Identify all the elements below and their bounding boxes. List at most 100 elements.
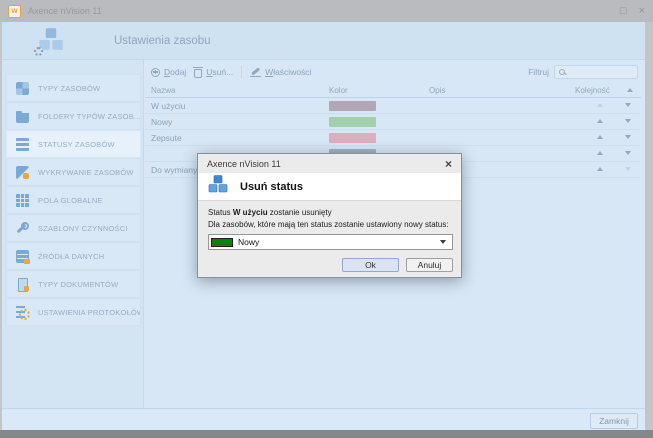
close-panel-button[interactable]: Zamknij xyxy=(590,413,638,429)
sidebar-item[interactable]: POLA GLOBALNE xyxy=(6,186,141,214)
sidebar-item-label: USTAWIENIA PROTOKOŁÓW xyxy=(38,308,140,317)
sidebar-item-label: POLA GLOBALNE xyxy=(38,196,103,205)
pencil-icon xyxy=(250,67,261,77)
nvision-logo-icon: w xyxy=(8,5,21,18)
move-down-button[interactable] xyxy=(625,135,631,139)
add-icon xyxy=(151,68,160,77)
move-down-button[interactable] xyxy=(625,103,631,107)
selected-status-label: Nowy xyxy=(238,237,259,247)
status-name: Zepsute xyxy=(151,133,182,143)
sidebar-item[interactable]: STATUSY ZASOBÓW xyxy=(6,130,141,158)
wrench-icon xyxy=(16,222,29,235)
page-title: Ustawienia zasobu xyxy=(114,22,211,60)
table-header: Nazwa Kolor Opis Kolejność xyxy=(145,85,641,98)
delete-status-dialog: Axence nVision 11 × Usuń status Status W… xyxy=(197,153,462,278)
status-list-icon xyxy=(16,138,29,151)
dialog-title: Axence nVision 11 xyxy=(207,159,281,169)
sidebar-item[interactable]: SZABLONY CZYNNOŚCI xyxy=(6,214,141,242)
sidebar-item-label: WYKRYWANIE ZASOBÓW xyxy=(38,168,134,177)
sidebar-item[interactable]: WYKRYWANIE ZASOBÓW xyxy=(6,158,141,186)
window-title: Axence nVision 11 xyxy=(28,6,102,16)
sidebar-item-label: FOLDERY TYPÓW ZASOB... xyxy=(38,112,140,121)
window-titlebar[interactable]: w Axence nVision 11 □ × xyxy=(0,0,653,22)
sidebar-item[interactable]: USTAWIENIA PROTOKOŁÓW xyxy=(6,298,141,326)
status-name: W użyciu xyxy=(151,101,185,111)
column-header-description[interactable]: Opis xyxy=(429,86,445,95)
move-down-button[interactable] xyxy=(625,167,631,171)
protocol-settings-icon xyxy=(16,306,29,319)
new-status-select[interactable]: Nowy xyxy=(208,234,453,250)
grid-icon xyxy=(16,82,29,95)
move-down-button[interactable] xyxy=(625,119,631,123)
sidebar-item-label: STATUSY ZASOBÓW xyxy=(38,140,115,149)
column-header-order[interactable]: Kolejność xyxy=(575,86,610,95)
toolbar: Dodaj Usuń... Właściwości Filtruj xyxy=(145,62,645,82)
chevron-down-icon xyxy=(440,240,446,244)
table-row[interactable]: Zepsute xyxy=(145,130,641,146)
cancel-button[interactable]: Anuluj xyxy=(406,258,453,272)
dialog-message-line2: Dla zasobów, które mają ten status zosta… xyxy=(208,219,453,231)
move-down-button[interactable] xyxy=(625,151,631,155)
database-icon xyxy=(16,250,29,263)
close-window-button[interactable]: × xyxy=(639,6,645,17)
status-name: Nowy xyxy=(151,117,172,127)
status-color-swatch xyxy=(329,101,376,111)
window-controls: □ × xyxy=(620,6,645,17)
discovery-icon xyxy=(16,166,29,179)
sidebar-item-label: SZABLONY CZYNNOŚCI xyxy=(38,224,128,233)
filter-group: Filtruj xyxy=(528,65,638,79)
search-icon xyxy=(559,69,565,75)
filter-label: Filtruj xyxy=(528,67,549,77)
delete-button-label: Usuń... xyxy=(206,67,233,77)
sidebar-item[interactable]: ŹRÓDŁA DANYCH xyxy=(6,242,141,270)
move-up-button[interactable] xyxy=(597,135,603,139)
footer-bar: Zamknij xyxy=(2,408,645,430)
delete-status-icon xyxy=(208,175,228,199)
status-to-delete: W użyciu xyxy=(233,208,268,217)
status-name: Do wymiany xyxy=(151,165,197,175)
dialog-buttons: Ok Anuluj xyxy=(208,258,453,272)
sidebar-item[interactable]: TYPY ZASOBÓW xyxy=(6,74,141,102)
dialog-titlebar[interactable]: Axence nVision 11 × xyxy=(198,154,461,173)
application-frame: w Axence nVision 11 □ × Ustawienia zasob… xyxy=(0,0,653,438)
column-header-color[interactable]: Kolor xyxy=(329,86,348,95)
page-header: Ustawienia zasobu xyxy=(2,22,645,60)
dialog-header: Usuń status xyxy=(198,173,461,201)
dialog-heading: Usuń status xyxy=(240,181,303,193)
toolbar-separator xyxy=(241,66,242,78)
document-icon xyxy=(16,278,29,291)
move-up-button[interactable] xyxy=(597,151,603,155)
status-color-swatch xyxy=(329,133,376,143)
window-edge-bottom xyxy=(0,430,653,438)
move-up-button[interactable] xyxy=(597,103,603,107)
add-button[interactable]: Dodaj xyxy=(151,67,186,77)
move-up-button[interactable] xyxy=(597,119,603,123)
dialog-message-line1: Status W użyciu zostanie usunięty xyxy=(208,207,453,219)
selected-status-color-swatch xyxy=(211,238,233,247)
sidebar-item-label: TYPY ZASOBÓW xyxy=(38,84,100,93)
properties-button[interactable]: Właściwości xyxy=(250,67,311,77)
column-header-name[interactable]: Nazwa xyxy=(151,86,175,95)
resource-settings-icon xyxy=(38,28,64,54)
window-edge-right xyxy=(645,22,653,430)
properties-button-label: Właściwości xyxy=(265,67,311,77)
dialog-close-icon[interactable]: × xyxy=(445,158,452,170)
add-button-label: Dodaj xyxy=(164,67,186,77)
filter-input[interactable] xyxy=(569,67,629,77)
table-row[interactable]: Nowy xyxy=(145,114,641,130)
maximize-button[interactable]: □ xyxy=(620,6,627,17)
sidebar-item[interactable]: TYPY DOKUMENTÓW xyxy=(6,270,141,298)
filter-box[interactable] xyxy=(554,65,638,79)
sort-ascending-icon[interactable] xyxy=(627,88,633,92)
table-row[interactable]: W użyciu xyxy=(145,98,641,114)
move-up-button[interactable] xyxy=(597,167,603,171)
folder-icon xyxy=(16,110,29,123)
sidebar-item[interactable]: FOLDERY TYPÓW ZASOB... xyxy=(6,102,141,130)
status-color-swatch xyxy=(329,117,376,127)
delete-button[interactable]: Usuń... xyxy=(194,67,233,78)
sidebar: TYPY ZASOBÓW FOLDERY TYPÓW ZASOB... STAT… xyxy=(2,60,144,408)
ok-button[interactable]: Ok xyxy=(342,258,399,272)
table-grid-icon xyxy=(16,194,29,207)
gear-icon xyxy=(34,47,43,56)
dialog-body: Status W użyciu zostanie usunięty Dla za… xyxy=(198,201,461,272)
